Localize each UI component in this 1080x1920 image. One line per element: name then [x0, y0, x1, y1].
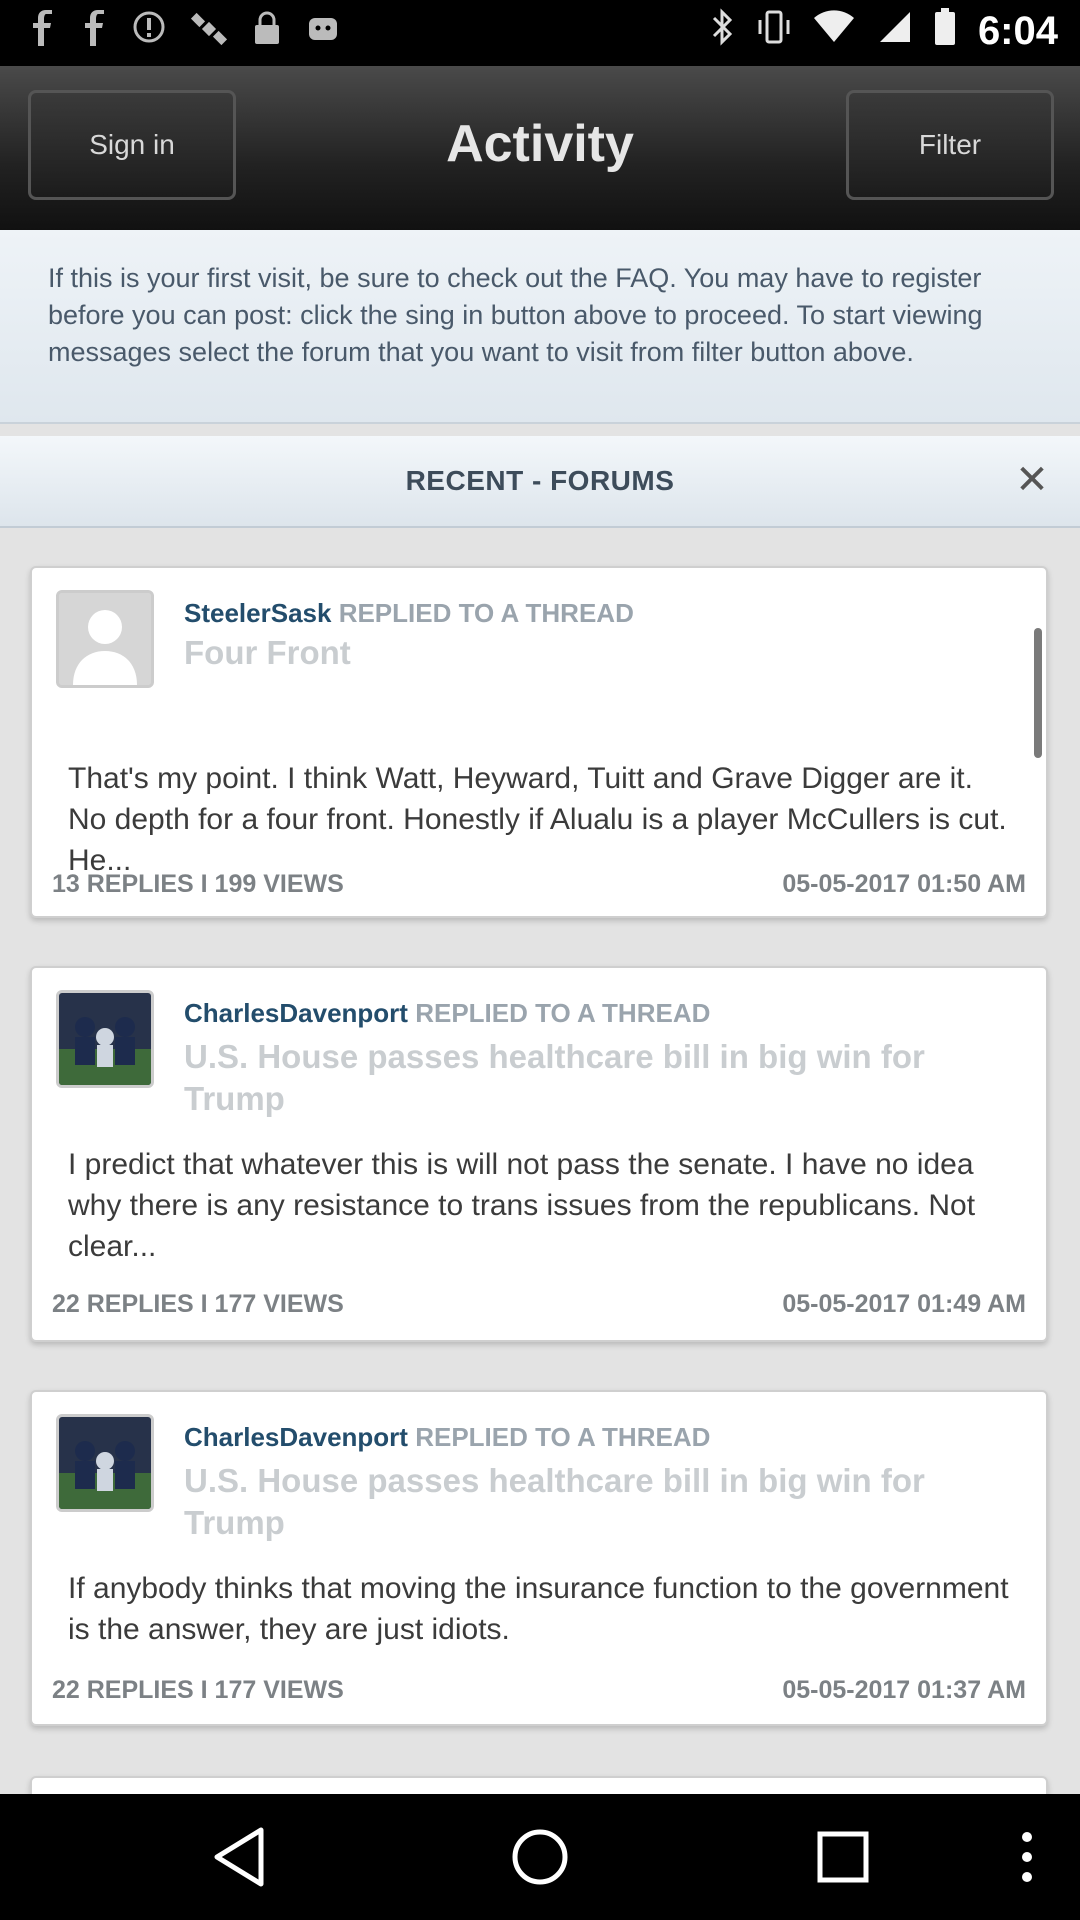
- facebook-icon: [28, 10, 56, 57]
- avatar[interactable]: [56, 590, 154, 688]
- reply-view-stats: 13 REPLIES I 199 VIEWS: [52, 870, 344, 898]
- filter-button[interactable]: Filter: [846, 90, 1054, 200]
- activity-card[interactable]: SteelerSask REPLIED TO A THREAD Four Fro…: [30, 566, 1048, 918]
- thread-title[interactable]: Four Front: [184, 632, 1016, 674]
- navigation-bar: [0, 1794, 1080, 1920]
- vibrate-icon: [756, 8, 792, 55]
- username-link[interactable]: CharlesDavenport: [184, 998, 408, 1028]
- username-link[interactable]: SteelerSask: [184, 598, 331, 628]
- recents-icon[interactable]: [810, 1824, 876, 1890]
- battery-icon: [934, 8, 956, 55]
- avatar[interactable]: [56, 990, 154, 1088]
- reply-view-stats: 22 REPLIES I 177 VIEWS: [52, 1290, 344, 1318]
- username-link[interactable]: CharlesDavenport: [184, 1422, 408, 1452]
- signal-icon: [876, 10, 912, 53]
- close-icon[interactable]: ✕: [1010, 458, 1054, 502]
- facebook-icon: [80, 10, 108, 57]
- thread-title[interactable]: U.S. House passes healthcare bill in big…: [184, 1460, 1016, 1544]
- post-date: 05-05-2017 01:49 AM: [782, 1290, 1026, 1318]
- status-bar: 6:04: [0, 0, 1080, 66]
- back-icon[interactable]: [206, 1824, 272, 1890]
- scrollbar[interactable]: [1034, 628, 1042, 758]
- recent-forums-header: RECENT - FORUMS ✕: [0, 436, 1080, 528]
- post-excerpt: If anybody thinks that moving the insura…: [68, 1572, 1009, 1646]
- welcome-notice: If this is your first visit, be sure to …: [0, 230, 1080, 424]
- activity-action: REPLIED TO A THREAD: [338, 598, 634, 628]
- home-icon[interactable]: [507, 1824, 573, 1890]
- alert-icon: [132, 10, 166, 57]
- app-bar: Sign in Activity Filter: [0, 66, 1080, 230]
- post-excerpt: I predict that whatever this is will not…: [68, 1148, 976, 1263]
- activity-card[interactable]: CharlesDavenport REPLIED TO A THREAD U.S…: [30, 966, 1048, 1342]
- clock: 6:04: [977, 9, 1058, 53]
- post-date: 05-05-2017 01:37 AM: [782, 1676, 1026, 1704]
- wifi-icon: [813, 10, 854, 53]
- activity-card[interactable]: CharlesDavenport REPLIED TO A THREAD U.S…: [30, 1390, 1048, 1726]
- activity-card[interactable]: [30, 1776, 1048, 1794]
- avatar[interactable]: [56, 1414, 154, 1512]
- reply-view-stats: 22 REPLIES I 177 VIEWS: [52, 1676, 344, 1704]
- recent-forums-label: RECENT - FORUMS: [405, 465, 675, 496]
- menu-icon[interactable]: [994, 1824, 1060, 1890]
- post-excerpt: That's my point. I think Watt, Heyward, …: [68, 762, 1007, 877]
- satellite-icon: [190, 10, 228, 57]
- post-date: 05-05-2017 01:50 AM: [782, 870, 1026, 898]
- bluetooth-icon: [710, 8, 734, 55]
- activity-action: REPLIED TO A THREAD: [415, 998, 711, 1028]
- lock-icon: [252, 10, 282, 57]
- thread-title[interactable]: U.S. House passes healthcare bill in big…: [184, 1036, 1016, 1120]
- activity-feed[interactable]: SteelerSask REPLIED TO A THREAD Four Fro…: [0, 530, 1080, 1794]
- android-icon: [306, 10, 340, 57]
- activity-action: REPLIED TO A THREAD: [415, 1422, 711, 1452]
